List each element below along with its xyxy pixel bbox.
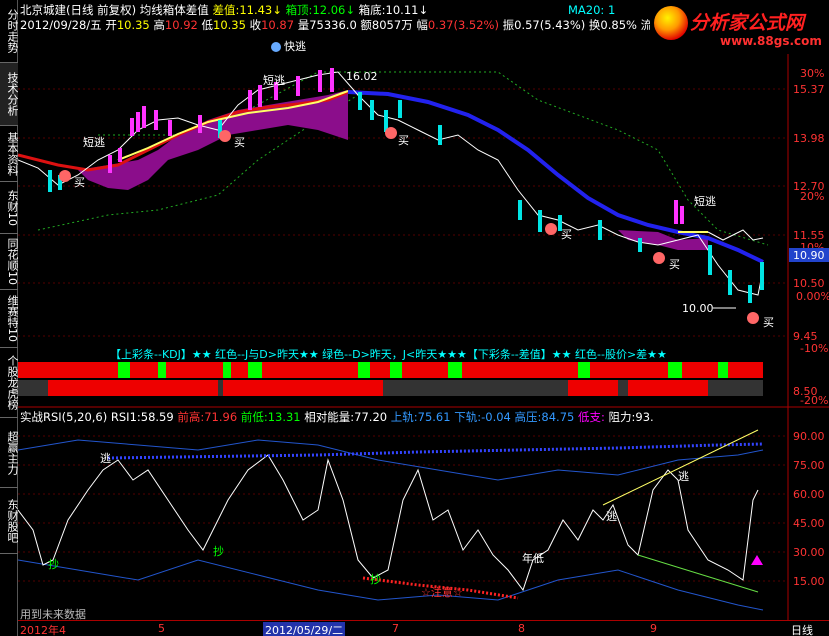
svg-text:短逃: 短逃 bbox=[694, 194, 716, 208]
tab-weisaite[interactable]: 维赛特10 bbox=[0, 290, 18, 348]
svg-text:快逃: 快逃 bbox=[284, 40, 306, 53]
svg-text:抄: 抄 bbox=[48, 557, 59, 571]
svg-text:逃: 逃 bbox=[678, 470, 689, 483]
svg-text:15.00: 15.00 bbox=[793, 575, 825, 588]
tab-longhubang[interactable]: 个股龙虎榜 bbox=[0, 348, 18, 418]
svg-text:75.00: 75.00 bbox=[793, 459, 825, 472]
tab-jishu[interactable]: 技术分析 bbox=[0, 63, 18, 126]
x-label: 2012年4 bbox=[20, 624, 66, 636]
svg-text:0.00%: 0.00% bbox=[796, 290, 829, 303]
x-axis: 2012年4 5 2012/05/29/二 7 8 9 日线 bbox=[18, 620, 829, 636]
rsi-blue-dots bbox=[107, 442, 764, 460]
svg-text:-10%: -10% bbox=[800, 342, 828, 355]
buy-markers bbox=[59, 42, 759, 324]
svg-text:短逃: 短逃 bbox=[263, 73, 285, 87]
svg-text:90.00: 90.00 bbox=[793, 430, 825, 443]
svg-text:年低: 年低 bbox=[522, 551, 544, 565]
svg-text:买: 买 bbox=[669, 258, 680, 271]
x-label: 5 bbox=[158, 622, 165, 635]
svg-text:买: 买 bbox=[74, 176, 85, 189]
svg-text:16.02: 16.02 bbox=[346, 70, 378, 83]
svg-text:☆注意☆: ☆注意☆ bbox=[421, 585, 463, 599]
rsi-axis-labels: 90.00 75.00 60.00 45.00 30.00 15.00 bbox=[793, 430, 825, 588]
rsi-lower-band bbox=[18, 559, 764, 611]
tab-dongcai[interactable]: 东财10 bbox=[0, 182, 18, 234]
header-line-2: 2012/09/28/五 开10.35 高10.92 低10.35 收10.87… bbox=[20, 18, 653, 32]
svg-text:60.00: 60.00 bbox=[793, 488, 825, 501]
x-label: 8 bbox=[518, 622, 525, 635]
tab-tonghuashun[interactable]: 同花顺10 bbox=[0, 234, 18, 290]
svg-text:抄: 抄 bbox=[213, 544, 224, 558]
svg-text:买: 买 bbox=[398, 134, 409, 147]
header-line-1: 北京城建(日线 前复权) 均线箱体差值 差值:11.43↓ 箱顶:12.06↓ … bbox=[20, 3, 429, 17]
kdj-bar bbox=[18, 362, 763, 378]
current-price: 10.90 bbox=[793, 249, 825, 262]
x-label: 7 bbox=[392, 622, 399, 635]
logo-ball-icon bbox=[654, 6, 688, 40]
svg-text:15.37: 15.37 bbox=[793, 83, 825, 96]
svg-text:逃: 逃 bbox=[100, 452, 111, 465]
indicator-name: 均线箱体差值 bbox=[139, 3, 209, 17]
svg-text:买: 买 bbox=[561, 228, 572, 241]
logo: 分析家公式网 www.88gs.com bbox=[650, 2, 828, 54]
svg-text:30.00: 30.00 bbox=[793, 546, 825, 559]
rsi-triangle bbox=[751, 555, 763, 565]
buy-labels: 买买 买买 买买 快逃 短逃 短逃 短逃 16.02 10.00 bbox=[74, 40, 774, 329]
tab-chaoying[interactable]: 超赢主力 bbox=[0, 418, 18, 488]
ma20-label: MA20: 1 bbox=[568, 3, 616, 17]
rsi-header: 实战RSI(5,20,6) RSI1:58.59 前高:71.96 前低:13.… bbox=[20, 410, 654, 424]
channel-upper bbox=[98, 71, 769, 246]
diff-bar bbox=[18, 380, 763, 396]
period-label: 日线 bbox=[791, 624, 813, 636]
svg-text:20%: 20% bbox=[800, 190, 824, 203]
svg-text:10.50: 10.50 bbox=[793, 277, 825, 290]
svg-text:13.98: 13.98 bbox=[793, 132, 825, 145]
svg-text:抄: 抄 bbox=[370, 572, 381, 586]
svg-text:短逃: 短逃 bbox=[83, 135, 105, 149]
svg-text:45.00: 45.00 bbox=[793, 517, 825, 530]
sidebar: 分时走势 技术分析 基本资料 东财10 同花顺10 维赛特10 个股龙虎榜 超赢… bbox=[0, 0, 18, 636]
color-bar-legend: 【上彩条--KDJ】★★ 红色--J与D>昨天★★ 绿色--D>昨天，J<昨天★… bbox=[110, 348, 667, 361]
stock-title: 北京城建(日线 前复权) bbox=[20, 3, 137, 17]
x-label-cursor: 2012/05/29/二 bbox=[263, 622, 346, 636]
x-label: 9 bbox=[650, 622, 657, 635]
svg-text:买: 买 bbox=[234, 136, 245, 149]
chart-area[interactable]: 买买 买买 买买 快逃 短逃 短逃 短逃 16.02 10.00 15.3713… bbox=[18, 0, 829, 636]
tab-fenshi[interactable]: 分时走势 bbox=[0, 0, 18, 63]
rsi-markers: 逃 逃 逃 抄 抄 抄 年低 ☆注意☆ bbox=[48, 452, 689, 599]
svg-text:买: 买 bbox=[763, 316, 774, 329]
svg-text:30%: 30% bbox=[800, 67, 824, 80]
rsi-upper-band bbox=[18, 439, 764, 481]
ma-blue bbox=[347, 90, 764, 264]
svg-text:逃: 逃 bbox=[606, 510, 617, 523]
svg-text:10.00: 10.00 bbox=[682, 302, 714, 315]
support-line bbox=[637, 554, 759, 593]
svg-text:-20%: -20% bbox=[800, 394, 828, 407]
tab-jiben[interactable]: 基本资料 bbox=[0, 126, 18, 182]
candles bbox=[48, 68, 764, 303]
tab-guba[interactable]: 东财股吧 bbox=[0, 488, 18, 554]
